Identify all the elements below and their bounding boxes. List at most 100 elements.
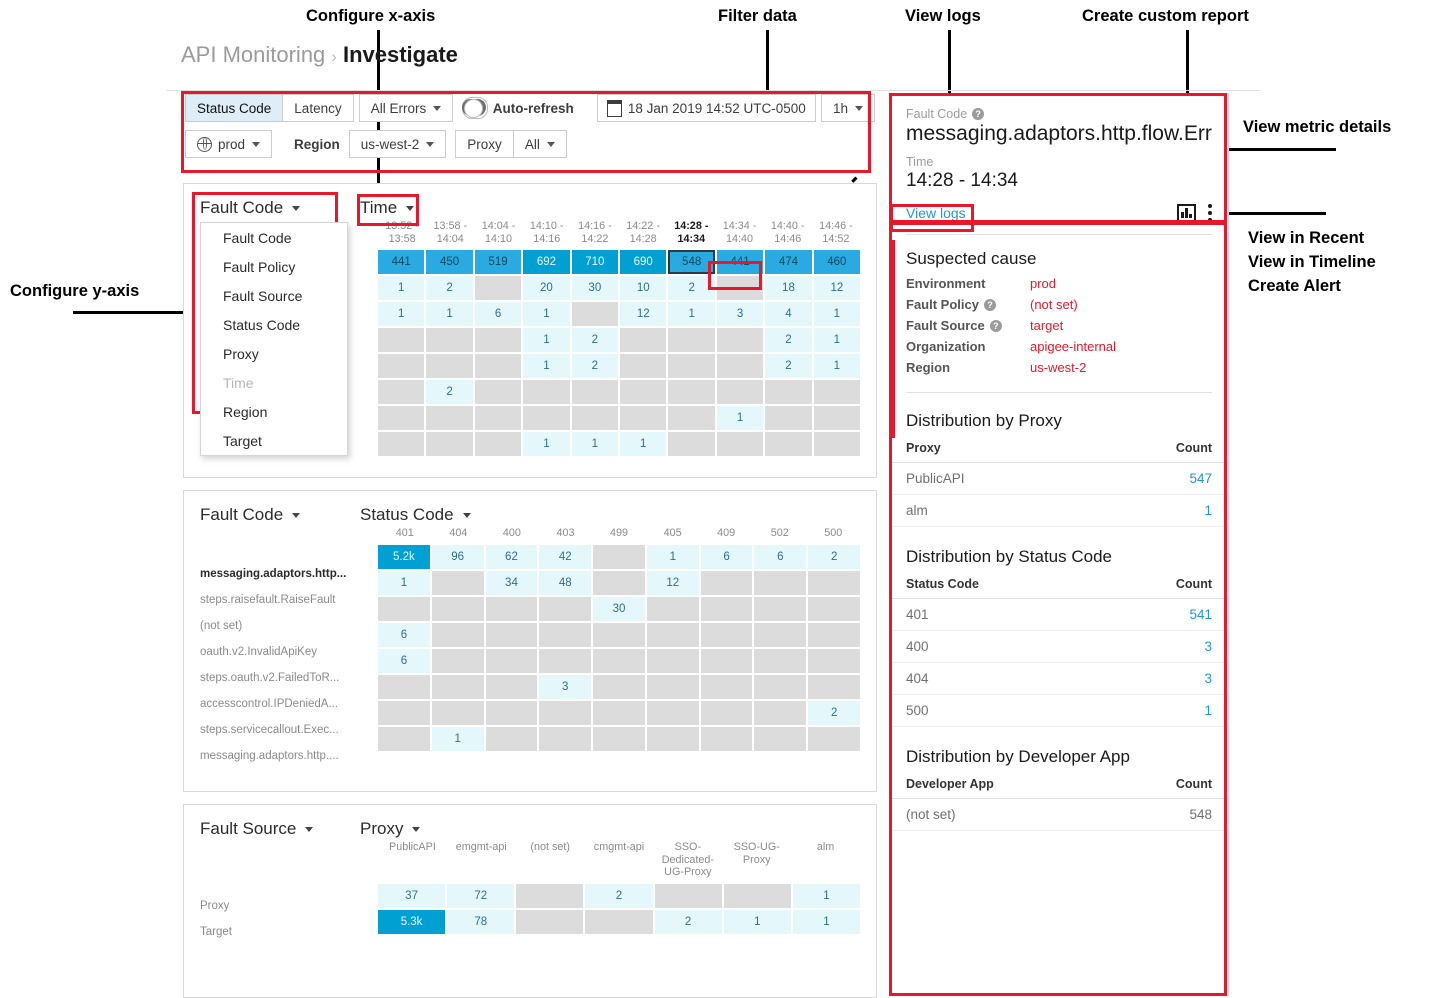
heatmap-cell[interactable]: 1 (646, 544, 699, 569)
dist-status-count[interactable]: 3 (1152, 671, 1212, 686)
heatmap-cell[interactable]: 12 (620, 302, 667, 326)
heatmap-cell[interactable] (654, 883, 722, 908)
heatmap-cell[interactable]: 2 (668, 276, 715, 300)
heatmap-cell[interactable]: 1 (813, 354, 861, 378)
heatmap-cell[interactable] (378, 700, 430, 725)
dropdown-item-fault-source[interactable]: Fault Source (201, 281, 347, 310)
heatmap-cell[interactable]: 548 (668, 250, 715, 274)
heatmap-cell[interactable] (754, 700, 807, 725)
heatmap-cell[interactable] (646, 674, 699, 699)
heatmap-cell[interactable] (474, 380, 522, 404)
heatmap-cell[interactable]: 710 (571, 250, 619, 274)
heatmap-cell[interactable] (668, 406, 715, 430)
heatmap-cell[interactable] (571, 406, 619, 430)
heatmap-cell[interactable] (378, 674, 430, 699)
heatmap-cell[interactable]: 5.3k (378, 909, 446, 934)
heatmap-cell[interactable]: 1 (523, 432, 570, 456)
heatmap-cell[interactable] (754, 570, 807, 595)
heatmap-cell[interactable] (765, 380, 812, 404)
heatmap-cell[interactable] (754, 622, 807, 647)
heatmap-cell[interactable] (378, 432, 425, 456)
heatmap-cell[interactable]: 6 (700, 544, 753, 569)
heatmap-cell[interactable]: 2 (426, 380, 473, 404)
heatmap-cell[interactable] (539, 700, 592, 725)
heatmap-cell[interactable] (813, 432, 861, 456)
heatmap-cell[interactable]: 1 (792, 883, 860, 908)
dropdown-item-fault-policy[interactable]: Fault Policy (201, 252, 347, 281)
heatmap-cell[interactable]: 519 (474, 250, 522, 274)
heatmap-cell[interactable] (723, 883, 791, 908)
heatmap-cell[interactable]: 6 (474, 302, 522, 326)
heatmap-cell[interactable]: 6 (378, 622, 430, 647)
y-axis-dropdown-menu[interactable]: Fault Code Fault Policy Fault Source Status… (200, 222, 348, 456)
heatmap-cell[interactable] (668, 432, 715, 456)
heatmap-cell[interactable] (485, 726, 538, 751)
heatmap-cell[interactable] (765, 406, 812, 430)
heatmap-cell[interactable] (539, 648, 592, 673)
heatmap-cell[interactable]: 692 (523, 250, 570, 274)
heatmap-cell[interactable] (765, 432, 812, 456)
heatmap-cell[interactable] (431, 570, 484, 595)
heatmap-cell[interactable] (474, 276, 522, 300)
all-errors-dropdown[interactable]: All Errors (358, 94, 454, 122)
help-icon[interactable]: ? (972, 108, 985, 120)
heatmap-cell[interactable] (593, 622, 645, 647)
heatmap-cell[interactable] (378, 380, 425, 404)
y-axis-selector-2[interactable]: Fault Code (200, 505, 360, 525)
heatmap-cell[interactable] (485, 700, 538, 725)
heatmap-cell[interactable] (593, 674, 645, 699)
date-range-picker[interactable]: 18 Jan 2019 14:52 UTC-0500 (596, 94, 816, 122)
heatmap-cell[interactable] (716, 354, 764, 378)
heatmap-cell[interactable] (378, 596, 430, 621)
x-axis-selector-2[interactable]: Status Code (360, 505, 471, 525)
heatmap-cell[interactable]: 1 (813, 328, 861, 352)
heatmap-cell[interactable] (716, 328, 764, 352)
heatmap-cell[interactable]: 72 (447, 883, 515, 908)
heatmap-cell[interactable] (539, 596, 592, 621)
heatmap-cell[interactable]: 30 (593, 596, 645, 621)
heatmap-cell[interactable]: 441 (378, 250, 425, 274)
heatmap-cell[interactable]: 1 (723, 909, 791, 934)
heatmap-cell[interactable] (754, 596, 807, 621)
heatmap-cell[interactable]: 1 (378, 570, 430, 595)
heatmap-cell[interactable]: 4 (765, 302, 812, 326)
heatmap-cell[interactable]: 48 (539, 570, 592, 595)
heatmap-cell[interactable] (813, 380, 861, 404)
heatmap-cell[interactable]: 2 (765, 354, 812, 378)
heatmap-cell[interactable] (523, 380, 570, 404)
proxy-filter-dropdown[interactable]: All (512, 130, 567, 158)
heatmap-cell[interactable] (700, 596, 753, 621)
heatmap-cell[interactable]: 2 (765, 328, 812, 352)
heatmap-cell[interactable] (646, 700, 699, 725)
heatmap-cell[interactable] (426, 406, 473, 430)
dist-status-count[interactable]: 541 (1152, 607, 1212, 622)
heatmap-cell[interactable] (593, 544, 645, 569)
heatmap-cell[interactable] (485, 596, 538, 621)
heatmap-cell[interactable]: 1 (378, 276, 425, 300)
heatmap-cell[interactable] (585, 909, 653, 934)
heatmap-cell[interactable]: 62 (485, 544, 538, 569)
x-axis-selector-3[interactable]: Proxy (360, 819, 421, 839)
heatmap-cell[interactable]: 12 (813, 276, 861, 300)
heatmap-cell[interactable]: 690 (620, 250, 667, 274)
heatmap-cell[interactable] (700, 726, 753, 751)
heatmap-cell[interactable] (516, 883, 584, 908)
heatmap-cell[interactable]: 3 (716, 302, 764, 326)
heatmap-cell[interactable] (431, 674, 484, 699)
heatmap-cell[interactable]: 460 (813, 250, 861, 274)
proxy-filter-label[interactable]: Proxy (455, 130, 513, 158)
heatmap-cell[interactable]: 1 (813, 302, 861, 326)
y-axis-selector-3[interactable]: Fault Source (200, 819, 360, 839)
heatmap-cell[interactable]: 42 (539, 544, 592, 569)
heatmap-cell[interactable]: 18 (765, 276, 812, 300)
heatmap-cell[interactable]: 2 (808, 700, 861, 725)
heatmap-cell[interactable] (808, 596, 861, 621)
heatmap-cell[interactable]: 1 (792, 909, 860, 934)
heatmap-cell[interactable] (431, 648, 484, 673)
heatmap-cell[interactable]: 12 (646, 570, 699, 595)
heatmap-cell[interactable] (378, 726, 430, 751)
heatmap-cell[interactable] (539, 622, 592, 647)
heatmap-cell[interactable] (485, 622, 538, 647)
heatmap-cell[interactable] (808, 648, 861, 673)
heatmap-cell[interactable] (668, 354, 715, 378)
